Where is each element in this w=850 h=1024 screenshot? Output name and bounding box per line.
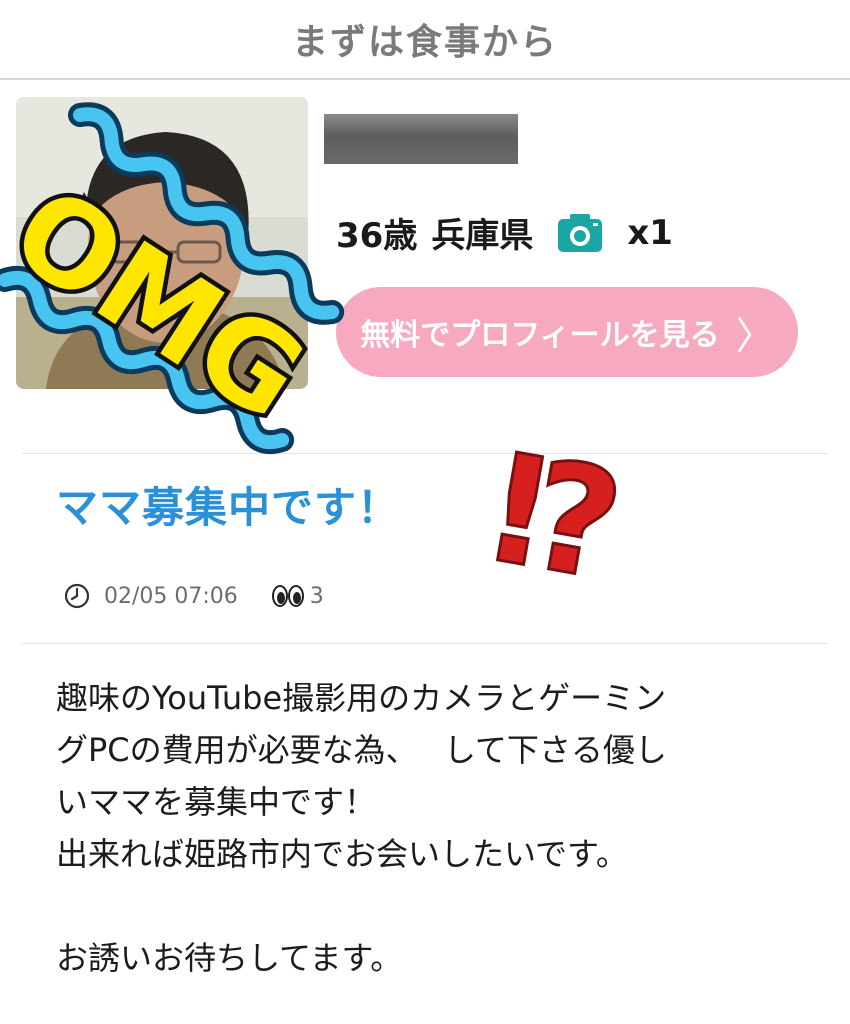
body-line: いママを募集中です！ (56, 783, 377, 821)
avatar-photo (16, 97, 308, 389)
view-profile-button[interactable]: 無料でプロフィールを見る 〉 (336, 287, 798, 377)
header: まずは食事から (0, 0, 850, 80)
post-title: ママ募集中です！ (56, 483, 401, 532)
photo-count: x1 (627, 212, 673, 253)
age-label: 36歳 (336, 216, 418, 256)
body-line: 趣味のYouTube撮影用のカメラとゲーミン (56, 679, 667, 717)
clock-icon (64, 583, 90, 609)
view-count: 3 (309, 583, 324, 609)
post-meta: 02/05 07:06 3 (64, 583, 324, 609)
camera-icon (558, 213, 603, 252)
body-closing: お誘いお待ちしてます。 (56, 939, 403, 977)
avatar[interactable] (16, 97, 308, 389)
eyes-icon (271, 585, 304, 607)
profile-summary: 36歳 兵庫県 x1 (336, 208, 673, 257)
exclamation-question-sticker: ⁉ (480, 421, 636, 617)
divider (22, 643, 828, 644)
exclaim-question-icon: ⁉ (481, 422, 634, 615)
page-title: まずは食事から (291, 22, 558, 63)
location-label: 兵庫県 (431, 216, 534, 256)
body-line: 出来れば姫路市内でお会いしたいです。 (56, 835, 628, 873)
divider (22, 453, 828, 454)
body-line: グPCの費用が必要な為、 して下さる優し (56, 731, 667, 769)
chevron-right-icon: 〉 (735, 313, 774, 358)
post-body: 趣味のYouTube撮影用のカメラとゲーミン グPCの費用が必要な為、 して下さ… (56, 672, 816, 984)
view-profile-label: 無料でプロフィールを見る (360, 318, 720, 353)
post-date: 02/05 07:06 (104, 583, 238, 609)
username-redacted (324, 114, 518, 164)
